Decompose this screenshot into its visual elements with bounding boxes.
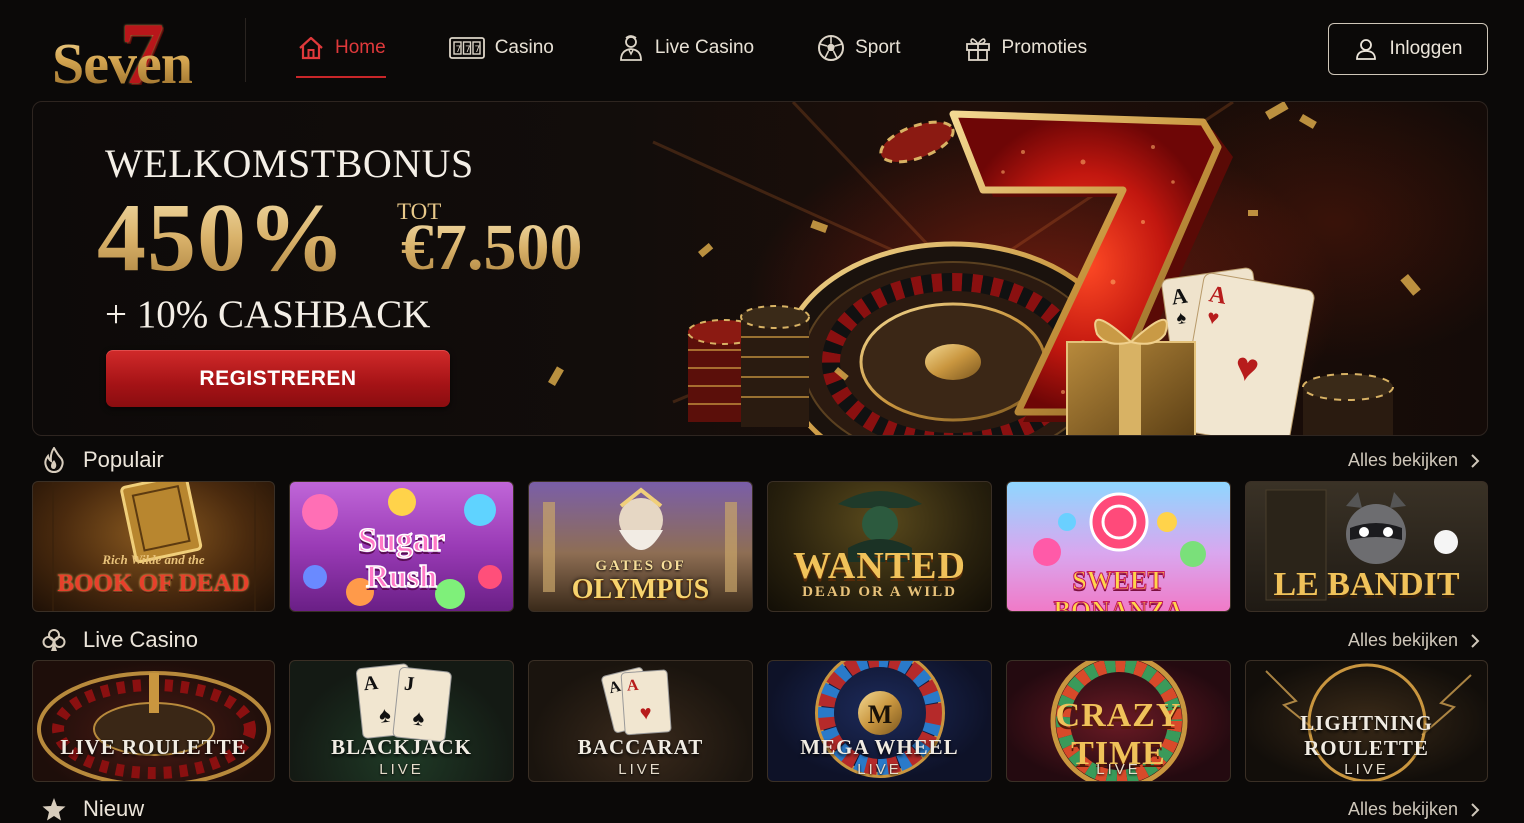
game-tile-wanted[interactable]: WANTED DEAD OR A WILD <box>767 481 992 612</box>
game-tile-blackjack[interactable]: A ♠ J ♠ BLACKJACK LIVE <box>289 660 514 782</box>
game-tile-sugar-rush[interactable]: Sugar Rush <box>289 481 514 612</box>
game-subtitle: LIVE <box>1344 761 1389 778</box>
game-subtitle: GATES OF <box>595 558 686 574</box>
svg-text:A: A <box>362 672 379 695</box>
nav-label: Home <box>335 37 386 58</box>
view-all-link[interactable]: Alles bekijken <box>1348 630 1480 651</box>
game-subtitle: LIVE <box>1096 761 1141 778</box>
flame-icon <box>40 446 68 474</box>
game-title: MEGA WHEEL <box>800 735 959 759</box>
header-divider <box>245 18 246 82</box>
gift-icon <box>963 33 993 63</box>
game-subtitle: Rush <box>365 557 438 595</box>
welcome-bonus-banner: A♠ A♥♥ WELKOMSTBONUS 450% TOT <box>32 101 1488 436</box>
game-subtitle: LIVE <box>618 761 663 778</box>
game-tile-crazy-time[interactable]: CRAZY TIME LIVE <box>1006 660 1231 782</box>
chevron-right-icon <box>1471 453 1480 468</box>
hero-amount: €7.500 <box>401 211 583 284</box>
login-label: Inloggen <box>1389 38 1463 59</box>
star-icon <box>40 795 68 823</box>
chevron-right-icon <box>1471 633 1480 648</box>
svg-text:7: 7 <box>474 45 480 55</box>
section-title: Live Casino <box>83 627 198 652</box>
view-all-link[interactable]: Alles bekijken <box>1348 450 1480 471</box>
svg-text:♥: ♥ <box>639 702 652 725</box>
main-nav: Home 777 Casino Live Casino Sport Promot… <box>296 28 1149 78</box>
live-casino-section-header: Live Casino Alles bekijken <box>32 623 1488 657</box>
nav-item-live-casino[interactable]: Live Casino <box>616 28 754 68</box>
hero-cashback: + 10% CASHBACK <box>105 293 431 336</box>
nav-label: Sport <box>855 37 901 58</box>
slot-machine-icon: 777 <box>448 33 486 63</box>
nav-item-casino[interactable]: 777 Casino <box>448 28 554 68</box>
register-button[interactable]: REGISTREREN <box>106 350 450 407</box>
chevron-right-icon <box>1471 802 1480 817</box>
view-all-label: Alles bekijken <box>1347 450 1458 470</box>
view-all-label: Alles bekijken <box>1347 630 1458 650</box>
nav-item-promoties[interactable]: Promoties <box>963 28 1088 68</box>
view-all-label: Alles bekijken <box>1347 799 1458 819</box>
section-title: Populair <box>83 447 164 472</box>
soccer-ball-icon <box>816 33 846 63</box>
game-title: LE BANDIT <box>1273 566 1460 603</box>
game-tile-sweet-bonanza[interactable]: SWEET BONANZA <box>1006 481 1231 612</box>
game-tile-mega-wheel[interactable]: M MEGA WHEEL LIVE <box>767 660 992 782</box>
dealer-icon <box>616 33 646 63</box>
section-title: Nieuw <box>83 796 145 821</box>
game-title: SWEET BONANZA <box>1053 566 1184 612</box>
game-tile-live-roulette[interactable]: LIVE ROULETTE <box>32 660 275 782</box>
home-icon <box>296 33 326 63</box>
game-tile-lightning-roulette[interactable]: LIGHTNING ROULETTE LIVE <box>1245 660 1488 782</box>
svg-text:A: A <box>626 677 639 695</box>
game-subtitle: DEAD OR A WILD <box>802 584 957 600</box>
nav-item-home[interactable]: Home <box>296 28 386 78</box>
game-tile-gates-of-olympus[interactable]: GATES OF OLYMPUS <box>528 481 753 612</box>
game-tile-book-of-dead[interactable]: Rich Wilde and the BOOK OF DEAD <box>32 481 275 612</box>
user-icon <box>1354 37 1378 61</box>
login-button[interactable]: Inloggen <box>1328 23 1488 75</box>
nav-label: Promoties <box>1001 37 1088 58</box>
popular-games-row: Rich Wilde and the BOOK OF DEAD Sugar Ru… <box>32 481 1488 612</box>
game-title: WANTED <box>793 545 966 587</box>
hero-title: WELKOMSTBONUS <box>105 141 474 186</box>
hero-percent: 450% <box>97 184 346 292</box>
game-title: BLACKJACK <box>331 735 472 759</box>
view-all-link[interactable]: Alles bekijken <box>1348 799 1480 820</box>
game-tile-baccarat[interactable]: A A ♥ BACCARAT LIVE <box>528 660 753 782</box>
game-title: BACCARAT <box>577 735 704 759</box>
game-title: OLYMPUS <box>571 574 710 605</box>
svg-text:M: M <box>868 700 893 729</box>
new-section-header: Nieuw Alles bekijken <box>32 792 1488 823</box>
game-subtitle: LIVE <box>379 761 424 778</box>
live-games-row: LIVE ROULETTE A ♠ J ♠ BLACKJACK LIVE A A ♥ … <box>32 660 1488 782</box>
game-tile-le-bandit[interactable]: LE BANDIT <box>1245 481 1488 612</box>
nav-label: Casino <box>494 37 554 58</box>
club-icon <box>40 626 68 654</box>
game-title: BOOK OF DEAD <box>57 570 250 597</box>
popular-section-header: Populair Alles bekijken <box>32 443 1488 477</box>
nav-item-sport[interactable]: Sport <box>816 28 901 68</box>
game-title: LIVE ROULETTE <box>60 735 247 759</box>
svg-text:7: 7 <box>455 45 461 55</box>
roulette-icon <box>37 671 271 781</box>
brand-logo[interactable]: 7 Seven <box>52 6 212 103</box>
svg-text:7: 7 <box>465 45 471 55</box>
site-header: 7 Seven Home 777 Casino Live Casino <box>0 0 1524 103</box>
logo-text: Seven <box>52 31 193 96</box>
game-title: LIGHTNING ROULETTE <box>1300 711 1433 760</box>
game-subtitle: LIVE <box>857 761 902 778</box>
game-subtitle: Rich Wilde and the <box>102 552 205 567</box>
nav-label: Live Casino <box>654 37 755 58</box>
game-title: Sugar <box>357 521 445 560</box>
